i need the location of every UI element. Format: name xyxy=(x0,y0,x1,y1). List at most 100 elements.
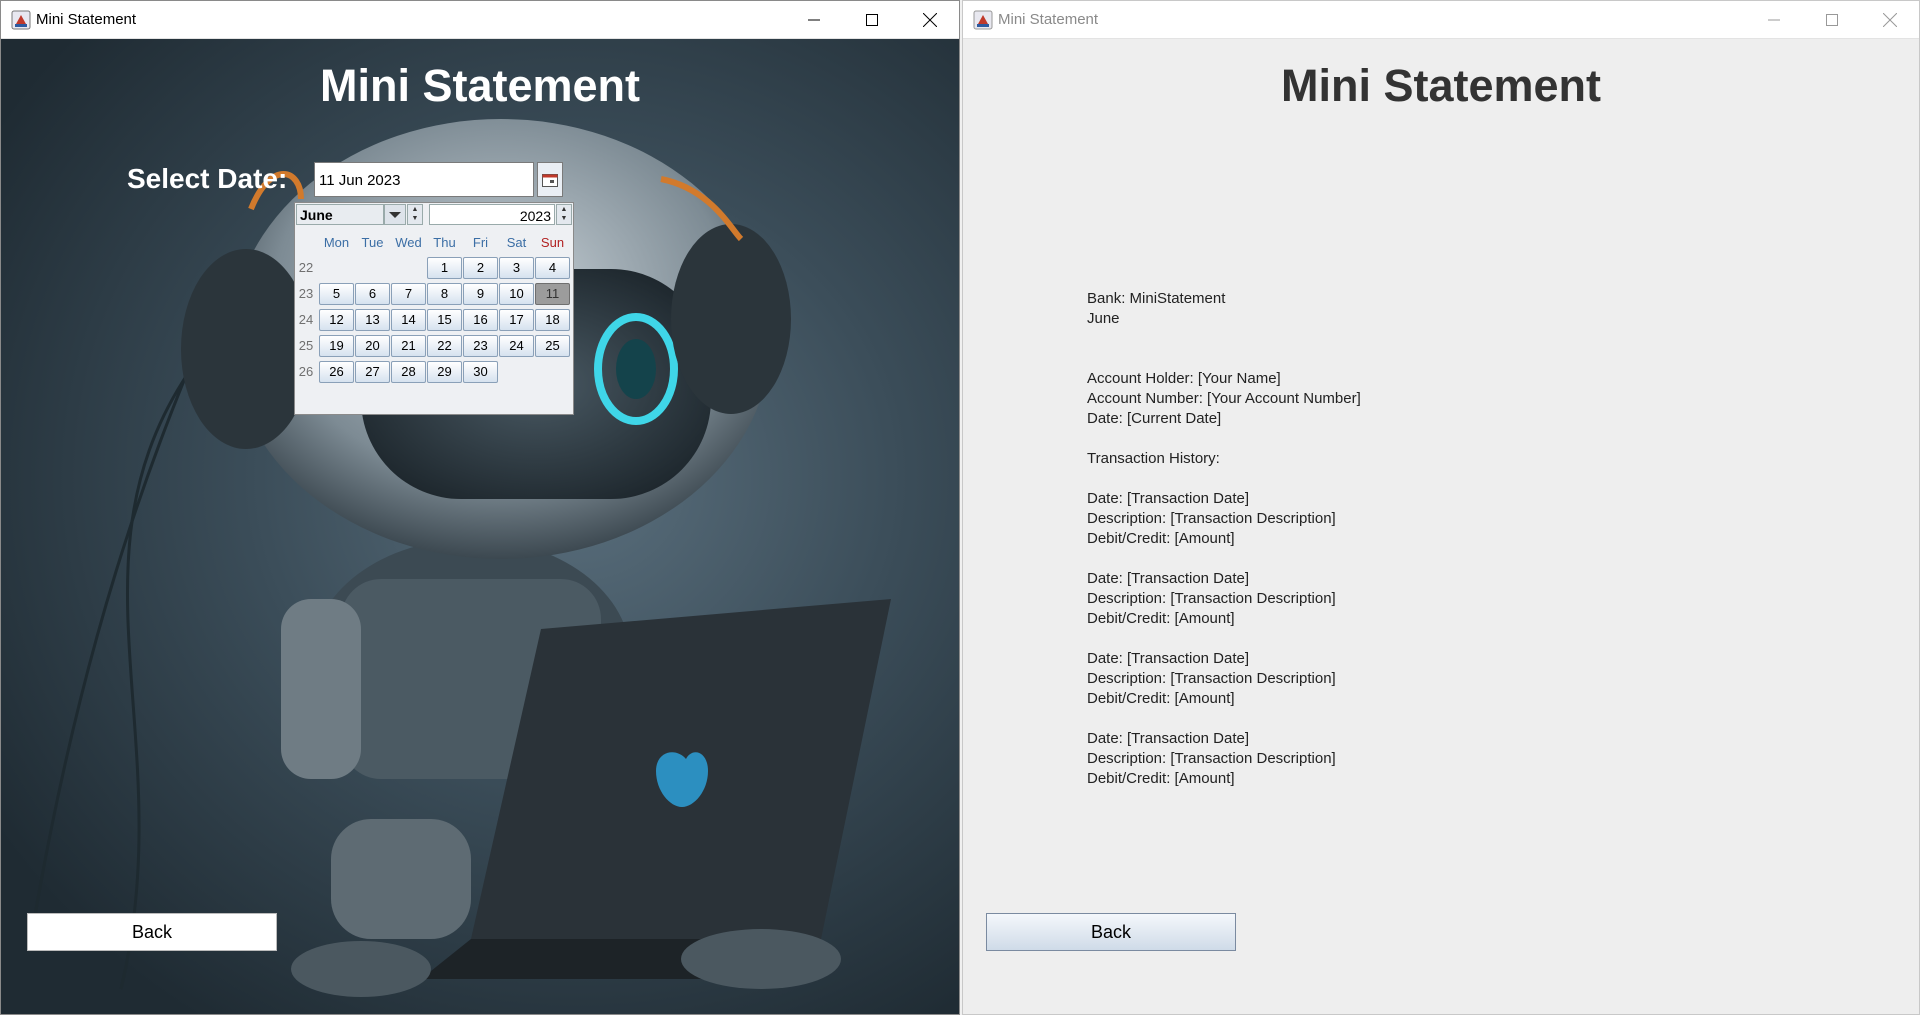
calendar-day[interactable]: 6 xyxy=(355,283,390,305)
statement-line: Debit/Credit: [Amount] xyxy=(1087,610,1235,627)
month-select[interactable]: June xyxy=(296,204,384,225)
java-app-icon xyxy=(11,10,31,30)
calendar-day[interactable]: 19 xyxy=(319,335,354,357)
statement-line: Account Number: [Your Account Number] xyxy=(1087,390,1361,407)
week-number: 22 xyxy=(298,260,314,275)
date-input[interactable]: 11 Jun 2023 xyxy=(314,162,534,197)
page-title: Mini Statement xyxy=(319,60,641,111)
statement-line: Transaction History: xyxy=(1087,450,1220,467)
statement-line xyxy=(1087,349,1361,369)
calendar-day[interactable]: 14 xyxy=(391,309,426,331)
weekday-header: Thu xyxy=(433,235,456,250)
weekday-header: Sun xyxy=(540,235,565,250)
statement-line: June xyxy=(1087,310,1120,327)
close-icon xyxy=(1883,12,1897,27)
year-field[interactable]: 2023 xyxy=(429,204,555,225)
calendar-day[interactable]: 28 xyxy=(391,361,426,383)
minimize-icon xyxy=(1768,19,1780,20)
statement-line xyxy=(1087,469,1361,489)
close-icon xyxy=(923,12,937,27)
spin-down-icon[interactable]: ▼ xyxy=(408,214,422,223)
calendar-day[interactable]: 4 xyxy=(535,257,570,279)
calendar-day[interactable]: 7 xyxy=(391,283,426,305)
week-number: 25 xyxy=(298,338,314,353)
back-button[interactable]: Back xyxy=(27,913,277,951)
minimize-icon xyxy=(808,19,820,20)
month-dropdown-button[interactable] xyxy=(384,204,406,225)
maximize-button[interactable] xyxy=(1803,1,1861,38)
calendar-day[interactable]: 15 xyxy=(427,309,462,331)
right-window: Mini Statement Mini Statement Bank: Mini… xyxy=(962,0,1920,1015)
statement-line xyxy=(1087,429,1361,449)
calendar-day[interactable]: 18 xyxy=(535,309,570,331)
statement-line: Account Holder: [Your Name] xyxy=(1087,370,1281,387)
minimize-button[interactable] xyxy=(785,1,843,38)
spin-up-icon[interactable]: ▲ xyxy=(557,205,571,214)
statement-line: Date: [Transaction Date] xyxy=(1087,490,1250,507)
calendar-day[interactable]: 22 xyxy=(427,335,462,357)
right-titlebar[interactable]: Mini Statement xyxy=(963,1,1919,39)
calendar-day[interactable]: 23 xyxy=(463,335,498,357)
statement-line: Date: [Transaction Date] xyxy=(1087,570,1250,587)
statement-line xyxy=(1087,549,1361,569)
calendar-day[interactable]: 5 xyxy=(319,283,354,305)
calendar-day[interactable]: 13 xyxy=(355,309,390,331)
calendar-day[interactable]: 25 xyxy=(535,335,570,357)
calendar-day[interactable]: 12 xyxy=(319,309,354,331)
calendar-icon xyxy=(542,173,558,187)
statement-line: Date: [Transaction Date] xyxy=(1087,730,1250,747)
spin-down-icon[interactable]: ▼ xyxy=(557,214,571,223)
calendar-day[interactable]: 29 xyxy=(427,361,462,383)
week-number: 26 xyxy=(298,364,314,379)
weekday-header: Mon xyxy=(323,235,350,250)
close-button[interactable] xyxy=(1861,1,1919,38)
java-app-icon xyxy=(973,10,993,30)
calendar-day[interactable]: 2 xyxy=(463,257,498,279)
calendar-day[interactable]: 8 xyxy=(427,283,462,305)
right-window-title: Mini Statement xyxy=(998,11,1099,28)
week-number: 24 xyxy=(298,312,314,327)
weekday-header: Fri xyxy=(472,235,489,250)
month-spinner[interactable]: ▲ ▼ xyxy=(407,204,423,225)
statement-line: Bank: MiniStatement xyxy=(1087,290,1226,307)
week-number: 23 xyxy=(298,286,314,301)
left-window: Mini Statement Mini Statement Select Dat… xyxy=(0,0,960,1015)
back-button[interactable]: Back xyxy=(986,913,1236,951)
calendar-popup: June ▲ ▼ 2023 ▲ ▼ Mon Tue Wed Thu Fri Sat Sun 22 1… xyxy=(294,202,574,415)
calendar-day[interactable]: 11 xyxy=(535,283,570,305)
statement-line: Date: [Current Date] xyxy=(1087,410,1222,427)
calendar-day[interactable]: 24 xyxy=(499,335,534,357)
spin-up-icon[interactable]: ▲ xyxy=(408,205,422,214)
calendar-day[interactable]: 10 xyxy=(499,283,534,305)
calendar-day[interactable]: 9 xyxy=(463,283,498,305)
maximize-icon xyxy=(1826,13,1838,26)
calendar-day[interactable]: 21 xyxy=(391,335,426,357)
select-date-label: Select Date: xyxy=(127,163,288,194)
weekday-header: Sat xyxy=(506,235,527,250)
minimize-button[interactable] xyxy=(1745,1,1803,38)
page-title: Mini Statement xyxy=(1280,60,1602,111)
calendar-day[interactable]: 1 xyxy=(427,257,462,279)
left-titlebar[interactable]: Mini Statement xyxy=(1,1,959,39)
statement-line xyxy=(1087,329,1361,349)
calendar-day[interactable]: 16 xyxy=(463,309,498,331)
weekday-header: Tue xyxy=(361,235,384,250)
calendar-button[interactable] xyxy=(537,162,563,197)
statement-line: Description: [Transaction Description] xyxy=(1087,590,1336,607)
statement-line: Date: [Transaction Date] xyxy=(1087,650,1250,667)
maximize-icon xyxy=(866,13,878,26)
close-button[interactable] xyxy=(901,1,959,38)
calendar-day[interactable]: 27 xyxy=(355,361,390,383)
calendar-day[interactable]: 20 xyxy=(355,335,390,357)
calendar-day[interactable]: 26 xyxy=(319,361,354,383)
calendar-day[interactable]: 3 xyxy=(499,257,534,279)
statement-line xyxy=(1087,629,1361,649)
calendar-day[interactable]: 17 xyxy=(499,309,534,331)
statement-line: Description: [Transaction Description] xyxy=(1087,510,1336,527)
weekday-header: Wed xyxy=(395,235,422,250)
statement-line: Debit/Credit: [Amount] xyxy=(1087,770,1235,787)
maximize-button[interactable] xyxy=(843,1,901,38)
year-spinner[interactable]: ▲ ▼ xyxy=(556,204,572,225)
statement-line: Description: [Transaction Description] xyxy=(1087,670,1336,687)
calendar-day[interactable]: 30 xyxy=(463,361,498,383)
